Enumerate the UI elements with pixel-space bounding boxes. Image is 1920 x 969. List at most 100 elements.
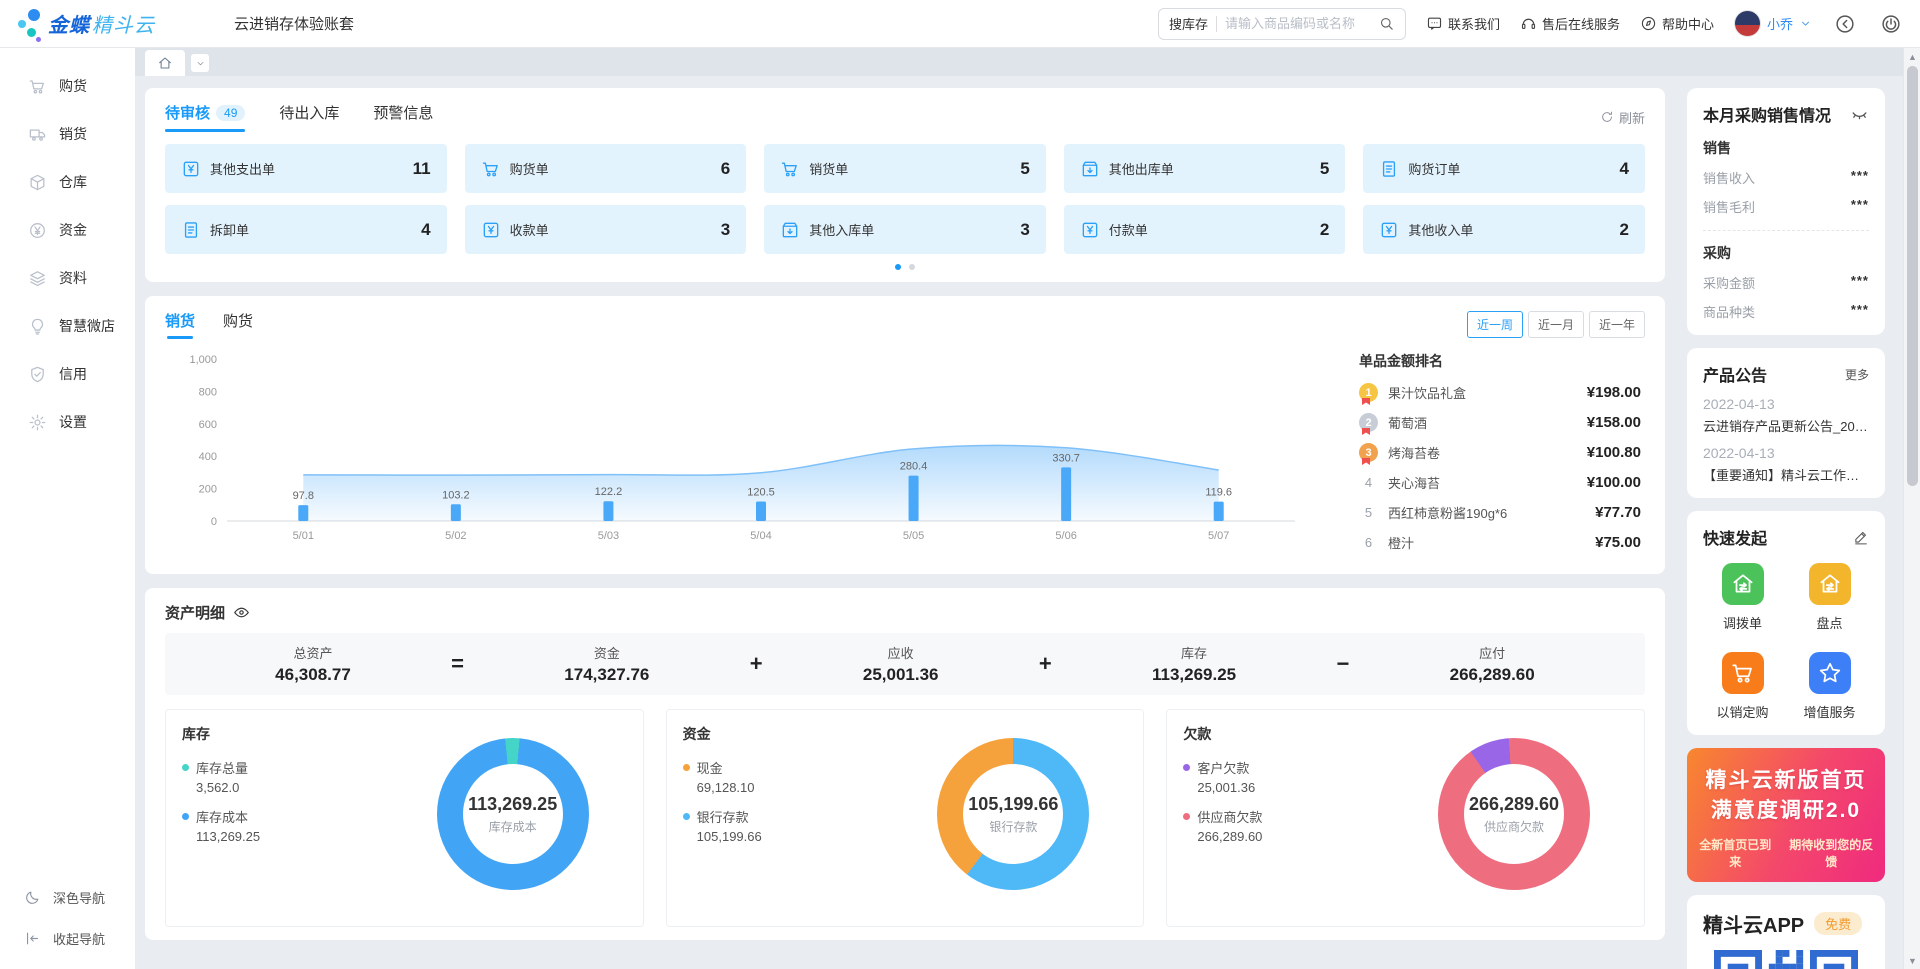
stat-card-other-outbound[interactable]: 其他出库单5 (1064, 144, 1346, 193)
user-menu[interactable]: 小乔 (1734, 10, 1812, 37)
donut-center-label: 银行存款 (989, 818, 1037, 835)
sidebar-item-credit[interactable]: 信用 (0, 350, 135, 398)
more-link[interactable]: 更多 (1845, 366, 1869, 383)
app-logo[interactable]: 金蝶 精斗云 (14, 7, 224, 41)
hide-values-toggle[interactable] (1850, 105, 1869, 124)
legend-label: 供应商欠款 (1197, 807, 1262, 826)
transfer-icon (1722, 563, 1764, 605)
range-week-button[interactable]: 近一周 (1467, 311, 1523, 338)
stat-card-disassembly[interactable]: 拆卸单4 (165, 205, 447, 254)
ranking-row[interactable]: 2葡萄酒¥158.00 (1359, 413, 1641, 432)
tab-sales[interactable]: 销货 (165, 310, 195, 339)
yen-coin-icon (28, 221, 47, 240)
purchase-group-title: 采购 (1703, 243, 1869, 263)
kv-value-masked: *** (1851, 197, 1869, 216)
sidebar-item-data[interactable]: 资料 (0, 254, 135, 302)
survey-promo-banner[interactable]: 精斗云新版首页 满意度调研2.0 全新首页已到来 期待收到您的反馈 (1687, 748, 1885, 882)
tab-alerts[interactable]: 预警信息 (373, 102, 433, 132)
scrollbar-thumb[interactable] (1907, 66, 1918, 486)
refresh-button[interactable]: 刷新 (1600, 108, 1645, 127)
promo-sub1: 全新首页已到来 (1697, 836, 1774, 870)
search-icon[interactable] (1378, 15, 1395, 32)
collapse-nav-toggle[interactable]: 收起导航 (0, 918, 135, 959)
warehouse-icon (28, 173, 47, 192)
ranking-row[interactable]: 5西红柿意粉酱190g*6¥77.70 (1359, 503, 1641, 522)
stat-count: 4 (421, 220, 430, 240)
stat-card-purchase-request[interactable]: 购货订单4 (1363, 144, 1645, 193)
announcement-item[interactable]: 2022-04-13 云进销存产品更新公告_20220... (1703, 396, 1869, 435)
stat-card-payment[interactable]: 付款单2 (1064, 205, 1346, 254)
tab-label: 预警信息 (373, 102, 433, 123)
inventory-search[interactable]: 搜库存 (1158, 8, 1406, 40)
qr-code (1714, 950, 1858, 969)
pager-dot-2[interactable] (909, 264, 915, 270)
home-tab[interactable] (145, 50, 185, 76)
rank-number: 4 (1359, 475, 1378, 490)
sidebar-item-funds[interactable]: 资金 (0, 206, 135, 254)
range-year-button[interactable]: 近一年 (1589, 311, 1645, 338)
stat-card-receipt[interactable]: 收款单3 (465, 205, 747, 254)
sidebar-item-purchase[interactable]: 购货 (0, 62, 135, 110)
quick-action-transfer[interactable]: 调拨单 (1703, 563, 1782, 632)
term-label: 库存 (1152, 643, 1236, 662)
avatar[interactable] (1734, 10, 1761, 37)
term-label: 资金 (564, 643, 649, 662)
sidebar-item-smart-store[interactable]: 智慧微店 (0, 302, 135, 350)
pager-dot-1[interactable] (895, 264, 901, 270)
contact-us-link[interactable]: 联系我们 (1426, 14, 1500, 33)
search-scope-label[interactable]: 搜库存 (1169, 14, 1208, 33)
quick-action-label: 增值服务 (1803, 702, 1855, 721)
stat-card-other-expense[interactable]: 其他支出单11 (165, 144, 447, 193)
stat-card-purchase-order[interactable]: 购货单6 (465, 144, 747, 193)
ranking-row[interactable]: 3烤海苔卷¥100.80 (1359, 443, 1641, 462)
ranking-row[interactable]: 1果汁饮品礼盒¥198.00 (1359, 383, 1641, 402)
brand-name-bold: 金蝶 (48, 9, 90, 38)
help-center-label: 帮助中心 (1662, 14, 1714, 33)
ranking-row[interactable]: 4夹心海苔¥100.00 (1359, 473, 1641, 492)
funds-panel: 资金 现金 69,128.10 银行存款 105,199.66 (666, 709, 1145, 927)
username[interactable]: 小乔 (1767, 14, 1793, 33)
quick-action-stocktake[interactable]: 盘点 (1790, 563, 1869, 632)
tabs-dropdown-button[interactable] (191, 54, 209, 72)
tab-purchase[interactable]: 购货 (223, 310, 253, 339)
dark-nav-toggle[interactable]: 深色导航 (0, 877, 135, 918)
range-month-button[interactable]: 近一月 (1528, 311, 1584, 338)
aftersales-service-link[interactable]: 售后在线服务 (1520, 14, 1620, 33)
search-input[interactable] (1225, 16, 1378, 31)
logout-button[interactable] (1878, 11, 1904, 37)
svg-text:120.5: 120.5 (747, 486, 775, 498)
moon-icon (24, 889, 41, 906)
promo-line1: 精斗云新版首页 (1697, 764, 1875, 794)
svg-text:0: 0 (211, 516, 217, 528)
sidebar-item-settings[interactable]: 设置 (0, 398, 135, 446)
brand-name-light: 精斗云 (92, 9, 155, 38)
donut-center-value: 113,269.25 (468, 794, 557, 815)
tab-pending-approval[interactable]: 待审核 49 (165, 102, 245, 132)
announcement-text: 云进销存产品更新公告_20220... (1703, 416, 1869, 435)
stocktake-icon (1809, 563, 1851, 605)
stat-card-other-inbound[interactable]: 其他入库单3 (764, 205, 1046, 254)
announcements-title: 产品公告 (1703, 362, 1767, 386)
sidebar-item-warehouse[interactable]: 仓库 (0, 158, 135, 206)
stat-card-other-income[interactable]: 其他收入单2 (1363, 205, 1645, 254)
legend-label: 客户欠款 (1197, 758, 1249, 777)
kv-row: 销售收入*** (1703, 168, 1869, 187)
eye-icon[interactable] (233, 604, 250, 621)
stat-card-sales-order[interactable]: 销货单5 (764, 144, 1046, 193)
edit-quick-actions-button[interactable] (1853, 529, 1869, 545)
quick-action-value-services[interactable]: 增值服务 (1790, 652, 1869, 721)
sidebar-item-sales[interactable]: 销货 (0, 110, 135, 158)
quick-action-buy-to-sell[interactable]: 以销定购 (1703, 652, 1782, 721)
announcement-item[interactable]: 2022-04-13 【重要通知】精斗云工作台域... (1703, 445, 1869, 484)
stat-label: 其他收入单 (1408, 220, 1473, 239)
kv-value-masked: *** (1851, 168, 1869, 187)
promo-line2: 满意度调研2.0 (1697, 794, 1875, 824)
help-center-link[interactable]: 帮助中心 (1640, 14, 1714, 33)
back-button[interactable] (1832, 11, 1858, 37)
ranking-row[interactable]: 6橙汁¥75.00 (1359, 533, 1641, 552)
scroll-up-arrow[interactable]: ▲ (1904, 48, 1920, 65)
scroll-down-arrow[interactable]: ▼ (1904, 952, 1920, 969)
term-value: 46,308.77 (275, 665, 351, 685)
tab-pending-inout[interactable]: 待出入库 (279, 102, 339, 132)
svg-text:5/05: 5/05 (903, 530, 924, 542)
